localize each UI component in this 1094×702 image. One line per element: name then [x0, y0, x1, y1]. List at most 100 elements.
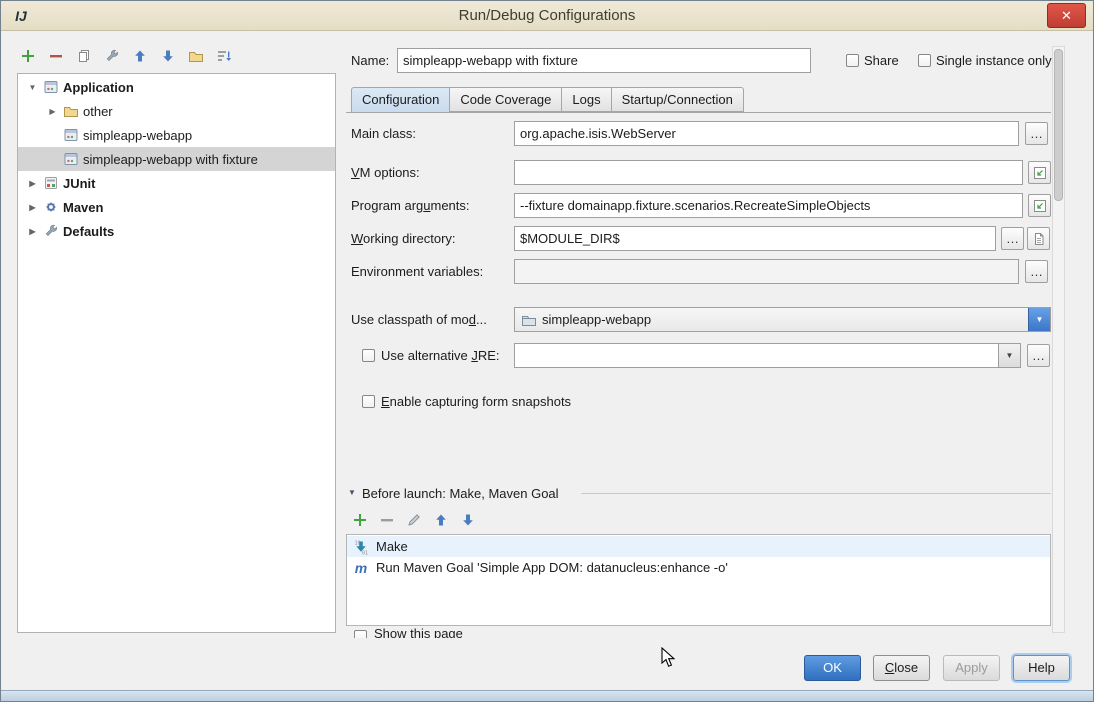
program-arguments-expand-button[interactable] — [1028, 194, 1051, 217]
window-title: Run/Debug Configurations — [1, 1, 1093, 30]
application-icon — [43, 79, 59, 95]
share-checkbox[interactable] — [846, 54, 859, 67]
before-launch-add-button[interactable] — [351, 511, 369, 529]
working-directory-macro-button[interactable] — [1027, 227, 1050, 250]
before-launch-remove-button[interactable] — [378, 511, 396, 529]
name-input[interactable] — [397, 48, 811, 73]
module-icon — [521, 312, 537, 328]
ok-button[interactable]: OK — [804, 655, 861, 681]
application-icon — [63, 151, 79, 167]
environment-variables-input[interactable] — [514, 259, 1019, 284]
move-down-button[interactable] — [159, 47, 177, 65]
close-button[interactable]: ✕ — [1047, 3, 1086, 28]
add-button[interactable] — [19, 47, 37, 65]
before-launch-collapse-arrow[interactable]: ▼ — [348, 488, 356, 497]
before-launch-move-up-button[interactable] — [432, 511, 450, 529]
before-launch-item-maven-goal[interactable]: m Run Maven Goal 'Simple App DOM: datanu… — [347, 557, 1050, 578]
tree-item-maven[interactable]: ▶ Maven — [18, 195, 335, 219]
tree-collapse-arrow[interactable]: ▶ — [26, 179, 39, 188]
junit-icon — [43, 175, 59, 191]
close-dialog-button[interactable]: Close — [873, 655, 930, 681]
tree-item-label: simpleapp-webapp — [83, 128, 192, 143]
down-arrow-icon — [160, 48, 176, 64]
single-instance-checkbox[interactable] — [918, 54, 931, 67]
tab-code-coverage[interactable]: Code Coverage — [450, 87, 562, 112]
up-arrow-icon — [433, 512, 449, 528]
configurations-tree: ▼ Application ▶ other simpleapp-webapp s… — [17, 73, 336, 633]
working-directory-browse-button[interactable]: … — [1001, 227, 1024, 250]
tree-item-defaults[interactable]: ▶ Defaults — [18, 219, 335, 243]
sort-button[interactable] — [215, 47, 233, 65]
alternative-jre-combo[interactable]: ▼ — [514, 343, 1021, 368]
before-launch-item-label: Make — [376, 539, 408, 554]
tab-startup-connection[interactable]: Startup/Connection — [612, 87, 744, 112]
chevron-down-icon: ▼ — [1006, 351, 1014, 360]
main-class-input[interactable] — [514, 121, 1019, 146]
show-this-page-row-clipped: Show this page — [346, 627, 766, 638]
vm-options-label: VM options: — [351, 160, 420, 185]
settings-tabs: Configuration Code Coverage Logs Startup… — [351, 87, 744, 113]
classpath-module-combo[interactable]: simpleapp-webapp ▼ — [514, 307, 1051, 332]
copy-button[interactable] — [75, 47, 93, 65]
share-label: Share — [864, 48, 899, 73]
tree-item-label: other — [83, 104, 113, 119]
alternative-jre-browse-button[interactable]: … — [1027, 344, 1050, 367]
add-icon — [20, 48, 36, 64]
form-snapshots-checkbox[interactable] — [362, 395, 375, 408]
edit-defaults-button[interactable] — [103, 47, 121, 65]
tab-bar-divider — [346, 112, 1051, 113]
tree-collapse-arrow[interactable]: ▶ — [46, 107, 59, 116]
tab-configuration[interactable]: Configuration — [351, 87, 450, 113]
tree-item-other[interactable]: ▶ other — [18, 99, 335, 123]
show-this-page-checkbox[interactable] — [354, 630, 367, 638]
tab-logs[interactable]: Logs — [562, 87, 611, 112]
vm-options-expand-button[interactable] — [1028, 161, 1051, 184]
tree-item-label: JUnit — [63, 176, 96, 191]
window-bottom-frame — [1, 690, 1093, 701]
folder-icon — [63, 103, 79, 119]
program-arguments-input[interactable] — [514, 193, 1023, 218]
svg-text:01: 01 — [362, 550, 368, 555]
chevron-down-icon: ▼ — [1036, 315, 1044, 324]
working-directory-input[interactable] — [514, 226, 996, 251]
tree-item-simpleapp-webapp[interactable]: simpleapp-webapp — [18, 123, 335, 147]
before-launch-item-make[interactable]: 1001 Make — [347, 536, 1050, 557]
down-arrow-icon — [460, 512, 476, 528]
show-this-page-label: Show this page — [374, 627, 463, 638]
run-debug-configurations-dialog: Run/Debug Configurations IJ ✕ — [0, 0, 1094, 702]
vm-options-input[interactable] — [514, 160, 1023, 185]
classpath-dropdown-button[interactable]: ▼ — [1028, 308, 1050, 331]
tree-item-junit[interactable]: ▶ JUnit — [18, 171, 335, 195]
tree-collapse-arrow[interactable]: ▶ — [26, 227, 39, 236]
before-launch-title: Before launch: Make, Maven Goal — [362, 486, 559, 501]
before-launch-item-label: Run Maven Goal 'Simple App DOM: datanucl… — [376, 560, 728, 575]
alternative-jre-checkbox[interactable] — [362, 349, 375, 362]
ellipsis-icon: … — [1032, 349, 1045, 362]
before-launch-edit-button[interactable] — [405, 511, 423, 529]
tree-collapse-arrow[interactable]: ▶ — [26, 203, 39, 212]
new-folder-button[interactable] — [187, 47, 205, 65]
maven-m-icon: m — [353, 560, 369, 576]
environment-variables-label: Environment variables: — [351, 259, 483, 284]
tree-item-label: Defaults — [63, 224, 114, 239]
tree-item-application[interactable]: ▼ Application — [18, 75, 335, 99]
before-launch-divider — [581, 493, 1051, 494]
ellipsis-icon: … — [1030, 127, 1043, 140]
before-launch-move-down-button[interactable] — [459, 511, 477, 529]
alternative-jre-dropdown-button[interactable]: ▼ — [998, 344, 1020, 367]
tree-expand-arrow[interactable]: ▼ — [26, 83, 39, 92]
main-class-browse-button[interactable]: … — [1025, 122, 1048, 145]
remove-button[interactable] — [47, 47, 65, 65]
maven-gear-icon — [43, 199, 59, 215]
title-bar[interactable]: Run/Debug Configurations IJ ✕ — [1, 1, 1093, 31]
tree-toolbar — [19, 47, 233, 65]
tree-item-simpleapp-webapp-with-fixture[interactable]: simpleapp-webapp with fixture — [18, 147, 335, 171]
make-icon: 1001 — [353, 539, 369, 555]
help-button[interactable]: Help — [1013, 655, 1070, 681]
scrollbar-thumb[interactable] — [1054, 49, 1063, 201]
environment-variables-browse-button[interactable]: … — [1025, 260, 1048, 283]
move-up-button[interactable] — [131, 47, 149, 65]
alternative-jre-label: Use alternative JRE: — [381, 343, 500, 368]
ellipsis-icon: … — [1006, 232, 1019, 245]
form-snapshots-label: Enable capturing form snapshots — [381, 389, 571, 414]
